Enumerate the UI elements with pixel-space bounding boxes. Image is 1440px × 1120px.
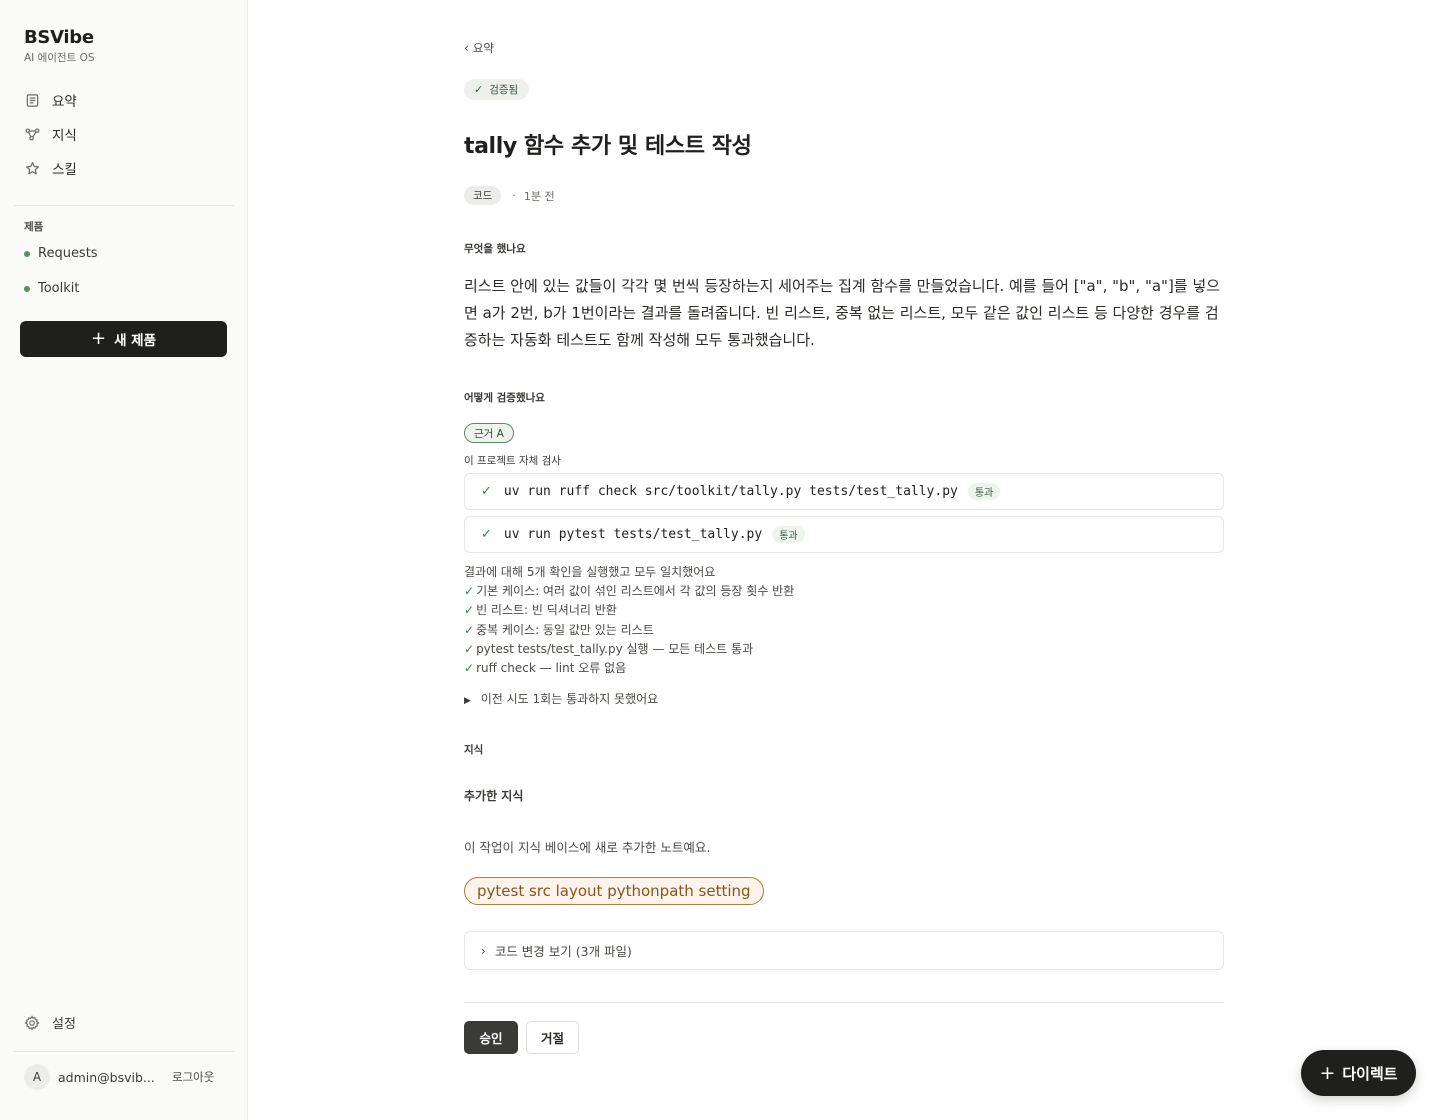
new-product-label: 새 제품	[114, 333, 157, 349]
what-section-label: 무엇을 했나요	[464, 243, 526, 255]
product-label: Requests	[38, 246, 98, 261]
check-item-label: pytest tests/test_tally.py 실행 — 모든 테스트 통…	[476, 641, 754, 656]
star-icon	[24, 160, 40, 176]
nav-item-summary[interactable]: 요약	[14, 83, 234, 117]
back-link[interactable]: ‹ 요약	[464, 40, 494, 56]
status-badge: ✓ 검증됨	[464, 79, 530, 100]
chevron-right-icon: ›	[481, 943, 486, 958]
command-text: uv run ruff check src/toolkit/tally.py t…	[503, 484, 958, 499]
check-icon: ✓	[464, 641, 475, 656]
fab-label: 다이렉트	[1342, 1064, 1398, 1083]
nav-item-label: 지식	[52, 128, 77, 144]
pass-badge: 통과	[967, 483, 1001, 500]
command-text: uv run pytest tests/test_tally.py	[503, 527, 763, 542]
check-item-label: 빈 리스트: 빈 딕셔너리 반환	[476, 603, 617, 618]
logout-button[interactable]: 로그아웃	[172, 1069, 214, 1085]
nav-item-label: 스킬	[52, 162, 77, 178]
action-divider	[464, 1002, 1224, 1003]
checks-list: 결과에 대해 5개 확인을 실행했고 모두 일치했어요 ✓ 기본 케이스: 여러 …	[464, 563, 794, 678]
check-item-label: 기본 케이스: 여러 값이 섞인 리스트에서 각 값의 등장 횟수 반환	[476, 584, 795, 599]
sidebar-item-toolkit[interactable]: Toolkit	[14, 271, 234, 306]
avatar: A	[24, 1064, 50, 1090]
triangle-right-icon: ▶	[464, 696, 471, 706]
brand: BSVibe AI 에이전트 OS	[24, 27, 95, 65]
checks-header: 결과에 대해 5개 확인을 실행했고 모두 일치했어요	[464, 565, 716, 579]
check-item: ✓ ruff check — lint 오류 없음	[464, 659, 794, 678]
evidence-badge: 근거 A	[464, 423, 514, 443]
command-row: ✓ uv run ruff check src/toolkit/tally.py…	[464, 473, 1224, 510]
command-row: ✓ uv run pytest tests/test_tally.py 통과	[464, 516, 1224, 553]
gear-icon	[24, 1014, 40, 1031]
check-icon: ✓	[464, 603, 475, 618]
knowledge-description: 이 작업이 지식 베이스에 새로 추가한 노트예요.	[464, 840, 711, 855]
document-icon	[24, 92, 40, 108]
nav-item-skills[interactable]: 스킬	[14, 151, 234, 185]
user-row: A admin@bsvib... 로그아웃	[24, 1064, 224, 1090]
check-icon: ✓	[464, 661, 475, 676]
category-tag: 코드	[464, 186, 502, 205]
reject-button[interactable]: 거절	[526, 1021, 579, 1054]
knowledge-note-link[interactable]: pytest src layout pythonpath setting	[464, 877, 764, 905]
previous-attempts-label: 이전 시도 1회는 통과하지 못했어요	[480, 692, 659, 706]
previous-attempts-toggle[interactable]: ▶ 이전 시도 1회는 통과하지 못했어요	[464, 690, 658, 707]
nav-item-label: 요약	[52, 94, 77, 110]
meta-separator: ·	[512, 189, 516, 202]
sidebar-divider	[14, 1051, 234, 1052]
plus-icon: +	[90, 328, 107, 349]
nav-item-knowledge[interactable]: 지식	[14, 117, 234, 151]
new-product-button[interactable]: + 새 제품	[20, 321, 227, 357]
summary-text: 리스트 안에 있는 값들이 각각 몇 번씩 등장하는지 세어주는 집계 함수를 …	[464, 277, 1220, 349]
settings-label: 설정	[52, 1017, 76, 1032]
graph-icon	[24, 126, 40, 142]
timestamp: 1분 전	[523, 189, 555, 203]
product-label: Toolkit	[38, 281, 80, 296]
check-icon: ✓	[481, 484, 492, 499]
check-item: ✓ pytest tests/test_tally.py 실행 — 모든 테스트 …	[464, 640, 794, 659]
check-item-label: 중복 케이스: 동일 값만 있는 리스트	[476, 622, 654, 637]
knowledge-section-label: 지식	[464, 744, 484, 756]
approve-button[interactable]: 승인	[464, 1021, 518, 1054]
settings-link[interactable]: 설정	[24, 1013, 76, 1032]
meta-row: 코드 · 1분 전	[464, 186, 555, 205]
check-icon: ✓	[474, 83, 484, 96]
code-diff-toggle[interactable]: › 코드 변경 보기 (3개 파일)	[464, 931, 1224, 970]
code-diff-label: 코드 변경 보기 (3개 파일)	[494, 944, 632, 959]
check-icon: ✓	[464, 584, 475, 599]
direct-fab-button[interactable]: + 다이렉트	[1301, 1050, 1416, 1096]
product-list: Requests Toolkit	[14, 236, 234, 306]
brand-subtitle: AI 에이전트 OS	[24, 52, 95, 64]
status-dot	[24, 285, 30, 292]
sidebar: BSVibe AI 에이전트 OS 요약 지식 스킬 제품 Requests T…	[0, 0, 248, 1120]
pass-badge: 통과	[772, 526, 805, 543]
check-item-label: ruff check — lint 오류 없음	[476, 661, 627, 676]
how-section-label: 어떻게 검증했나요	[464, 392, 545, 404]
products-section-label: 제품	[24, 221, 44, 233]
check-item: ✓ 빈 리스트: 빈 딕셔너리 반환	[464, 601, 794, 620]
status-badge-label: 검증됨	[489, 84, 519, 96]
check-icon: ✓	[481, 527, 492, 542]
user-email: admin@bsvib...	[58, 1069, 155, 1085]
page-title: tally 함수 추가 및 테스트 작성	[464, 134, 752, 159]
check-icon: ✓	[464, 622, 475, 637]
check-item: ✓ 기본 케이스: 여러 값이 섞인 리스트에서 각 값의 등장 횟수 반환	[464, 582, 794, 601]
main-nav: 요약 지식 스킬	[14, 83, 234, 185]
plus-icon: +	[1319, 1061, 1336, 1084]
check-item: ✓ 중복 케이스: 동일 값만 있는 리스트	[464, 621, 794, 640]
status-dot	[24, 250, 30, 257]
back-label: 요약	[472, 41, 494, 55]
sidebar-divider	[14, 205, 234, 206]
knowledge-added-label: 추가한 지식	[464, 789, 524, 803]
chevron-left-icon: ‹	[464, 41, 469, 55]
brand-name: BSVibe	[24, 27, 94, 48]
sidebar-item-requests[interactable]: Requests	[14, 236, 234, 271]
self-check-label: 이 프로젝트 자체 검사	[464, 455, 561, 467]
